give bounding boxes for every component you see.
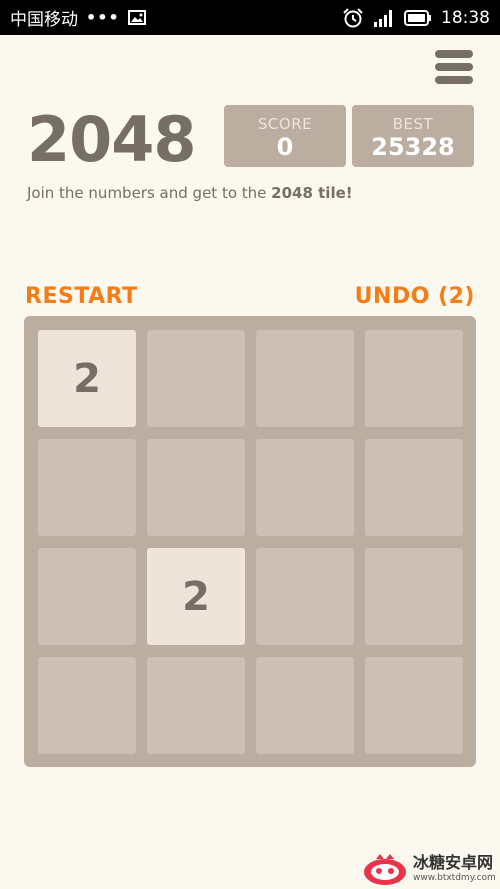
empty-cell (147, 330, 245, 427)
best-score-label: BEST (392, 115, 434, 133)
site-watermark: 冰糖安卓网 www.btxtdmy.com (362, 848, 500, 889)
empty-cell (365, 548, 463, 645)
hamburger-menu-icon[interactable] (435, 50, 473, 84)
status-bar: 中国移动 ••• 18:38 (0, 0, 500, 35)
status-left: 中国移动 ••• (10, 5, 146, 30)
empty-cell (365, 439, 463, 536)
empty-cell (256, 548, 354, 645)
game-title: 2048 (27, 103, 197, 176)
empty-cell (256, 439, 354, 536)
undo-button[interactable]: UNDO (2) (355, 284, 475, 309)
score-value: 0 (276, 133, 294, 161)
tile-2: 2 (38, 330, 136, 427)
intro-bold: 2048 tile! (271, 184, 353, 202)
empty-cell (147, 657, 245, 754)
best-score-value: 25328 (371, 133, 455, 161)
image-icon (127, 10, 146, 25)
empty-cell (147, 439, 245, 536)
restart-button[interactable]: RESTART (25, 284, 138, 309)
intro-text: Join the numbers and get to the (27, 184, 272, 202)
score-panel: SCORE 0 (224, 105, 346, 167)
empty-cell (256, 657, 354, 754)
alarm-icon (343, 7, 363, 27)
watermark-name: 冰糖安卓网 (413, 852, 494, 872)
empty-cell (365, 330, 463, 427)
empty-cell (38, 439, 136, 536)
watermark-text: 冰糖安卓网 www.btxtdmy.com (413, 852, 496, 883)
empty-cell (38, 548, 136, 645)
battery-icon (404, 9, 431, 26)
watermark-logo-icon (364, 853, 406, 885)
notification-dots: ••• (86, 8, 120, 27)
carrier-name: 中国移动 (10, 10, 78, 30)
empty-cell (365, 657, 463, 754)
watermark-url: www.btxtdmy.com (413, 872, 496, 883)
best-score-panel: BEST 25328 (352, 105, 474, 167)
game-board[interactable]: 22 (24, 316, 476, 767)
status-right: 18:38 (342, 8, 490, 28)
empty-cell (38, 657, 136, 754)
clock-time: 18:38 (441, 7, 490, 28)
score-label: SCORE (257, 115, 313, 133)
game-intro: Join the numbers and get to the 2048 til… (27, 184, 353, 202)
empty-cell (256, 330, 354, 427)
signal-icon (374, 9, 392, 27)
tile-2: 2 (147, 548, 245, 645)
